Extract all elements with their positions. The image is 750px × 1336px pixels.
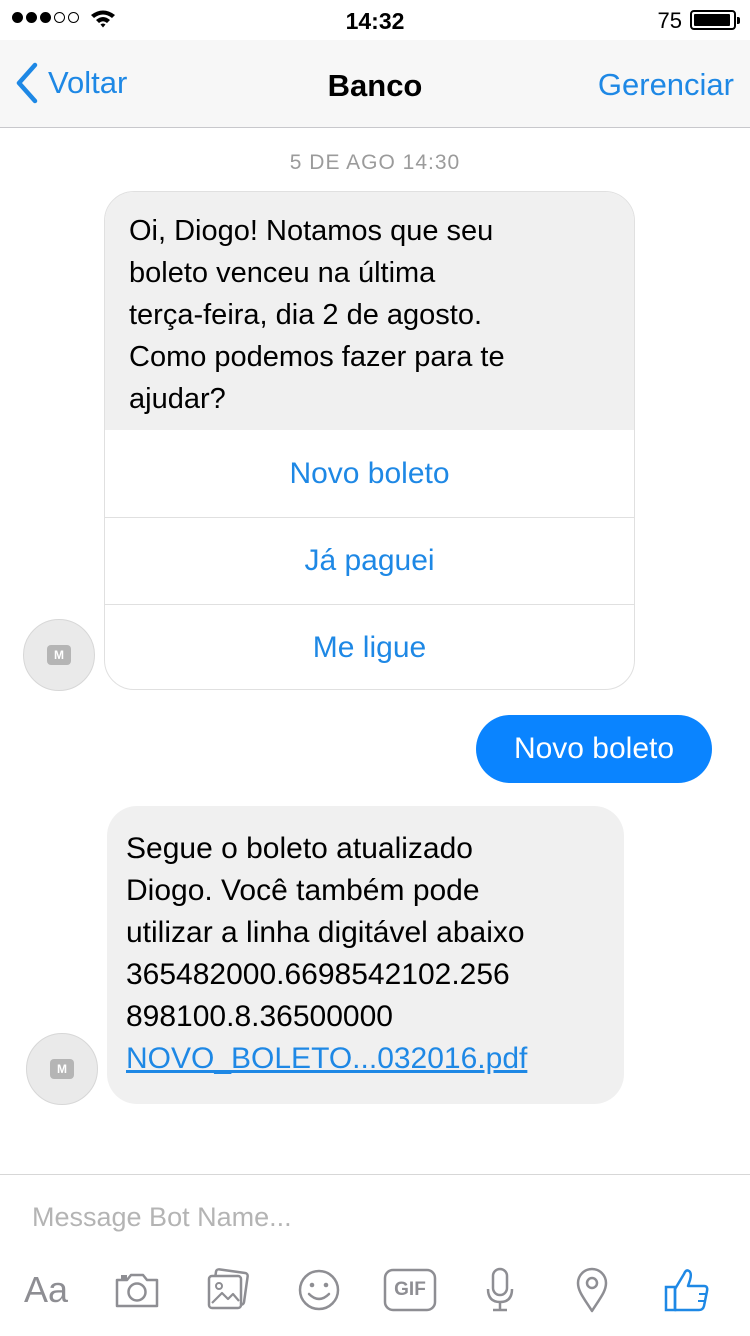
message-line: Como podemos fazer para te [129, 341, 505, 373]
quick-reply-me-ligue[interactable]: Me ligue [105, 604, 634, 689]
gif-icon[interactable]: GIF [383, 1267, 437, 1313]
manage-button[interactable]: Gerenciar [598, 67, 734, 103]
camera-icon[interactable] [112, 1267, 162, 1313]
quick-reply-novo-boleto[interactable]: Novo boleto [105, 430, 634, 517]
emoji-icon[interactable] [296, 1267, 342, 1313]
gif-label: GIF [394, 1279, 426, 1300]
chevron-left-icon [16, 62, 38, 104]
battery-icon [690, 10, 740, 30]
back-button[interactable]: Voltar [14, 62, 127, 104]
message-line: Oi, Diogo! Notamos que seu [129, 215, 494, 247]
message-line: 365482000.6698542102.256 [126, 958, 510, 991]
thumbs-up-icon[interactable] [664, 1267, 710, 1313]
message-input[interactable] [22, 1195, 742, 1239]
microphone-icon[interactable] [484, 1267, 516, 1313]
pdf-attachment-link[interactable]: NOVO_BOLETO...032016.pdf [126, 1038, 624, 1080]
message-composer: Aa GIF [0, 1174, 750, 1336]
bot-avatar[interactable]: M [23, 619, 95, 691]
bot-logo-icon: M [47, 645, 71, 665]
quick-reply-ja-paguei[interactable]: Já paguei [105, 517, 634, 604]
navigation-bar: Voltar Banco Gerenciar [0, 40, 750, 128]
location-icon[interactable] [574, 1267, 610, 1313]
photo-gallery-icon[interactable] [204, 1267, 252, 1313]
message-line: Diogo. Você também pode [126, 874, 480, 907]
message-line: ajudar? [129, 383, 226, 415]
bot-message-bubble: Segue o boleto atualizado Diogo. Você ta… [107, 806, 624, 1104]
battery-percentage: 75 [657, 8, 682, 33]
bot-message-card: Oi, Diogo! Notamos que seu boleto venceu… [104, 191, 635, 690]
user-message-bubble: Novo boleto [476, 715, 712, 783]
message-line: boleto venceu na última [129, 257, 436, 289]
bot-logo-icon: M [50, 1059, 74, 1079]
text-format-icon[interactable]: Aa [20, 1267, 72, 1313]
message-line: utilizar a linha digitável abaixo [126, 916, 525, 949]
status-bar: 14:32 75 [0, 0, 750, 40]
bot-avatar[interactable]: M [26, 1033, 98, 1105]
message-timestamp: 5 DE AGO 14:30 [289, 151, 461, 174]
message-line: Segue o boleto atualizado [126, 832, 473, 865]
message-line: terça-feira, dia 2 de agosto. [129, 299, 483, 331]
bot-message-text: Oi, Diogo! Notamos que seu boleto venceu… [105, 192, 634, 430]
back-button-label: Voltar [48, 65, 128, 100]
message-line: 898100.8.36500000 [126, 1000, 393, 1033]
